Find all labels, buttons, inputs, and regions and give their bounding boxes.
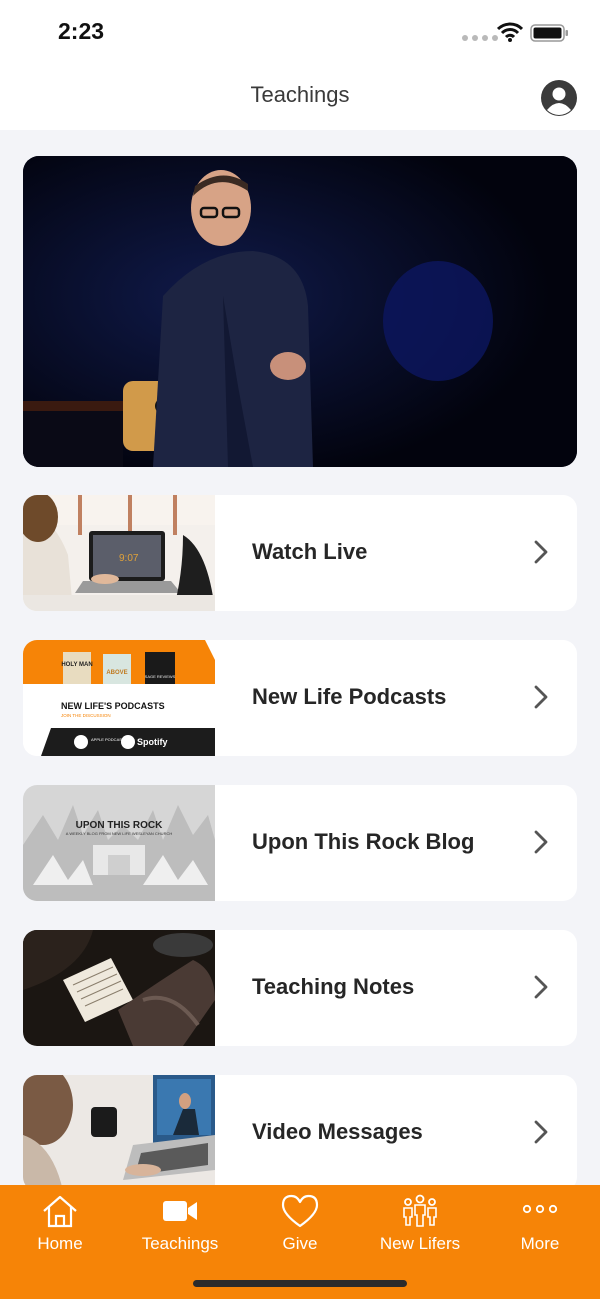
user-avatar-icon — [542, 81, 576, 115]
podcasts-thumbnail: HOLY MAN ABOVE SAGE REVIEWS NEW LIFE'S P… — [23, 640, 215, 756]
tab-new-lifers[interactable]: New Lifers — [360, 1185, 480, 1265]
svg-text:9:07: 9:07 — [119, 553, 139, 564]
tab-home-label: Home — [37, 1234, 83, 1253]
blog-label: Upon This Rock Blog — [252, 829, 475, 854]
tab-bar: Home Teachings Give New Lifers More — [0, 1185, 600, 1299]
tab-teachings[interactable]: Teachings — [120, 1185, 240, 1265]
blog-thumbnail: UPON THIS ROCK A WEEKLY BLOG FROM NEW LI… — [23, 785, 215, 901]
page-title: Teachings — [250, 82, 350, 107]
tab-more[interactable]: More — [480, 1185, 600, 1265]
video-messages-label: Video Messages — [252, 1119, 423, 1144]
video-messages-card[interactable]: Video Messages — [23, 1075, 577, 1191]
svg-text:SAGE REVIEWS: SAGE REVIEWS — [145, 674, 176, 679]
podcasts-card[interactable]: HOLY MAN ABOVE SAGE REVIEWS NEW LIFE'S P… — [23, 640, 577, 756]
podcasts-label: New Life Podcasts — [252, 684, 447, 709]
svg-text:A WEEKLY BLOG FROM NEW LIFE WE: A WEEKLY BLOG FROM NEW LIFE WESLEYAN CHU… — [66, 831, 173, 836]
profile-button[interactable] — [541, 80, 577, 116]
svg-text:JOIN THE DISCUSSION: JOIN THE DISCUSSION — [61, 713, 111, 718]
status-time: 2:23 — [58, 18, 105, 44]
more-dots-icon — [522, 1204, 558, 1214]
battery-icon — [530, 24, 568, 42]
signal-icon — [462, 35, 498, 41]
tab-new-lifers-label: New Lifers — [379, 1234, 461, 1253]
svg-text:NEW LIFE'S PODCASTS: NEW LIFE'S PODCASTS — [61, 701, 165, 711]
tab-home[interactable]: Home — [0, 1185, 120, 1265]
video-messages-thumbnail — [23, 1075, 215, 1191]
video-camera-icon — [163, 1201, 197, 1221]
watch-live-thumbnail: 9:07 — [23, 495, 215, 611]
chevron-right-icon — [534, 830, 548, 854]
home-indicator — [193, 1280, 407, 1287]
tab-give[interactable]: Give — [240, 1185, 360, 1265]
svg-text:HOLY MAN: HOLY MAN — [61, 662, 92, 668]
chevron-right-icon — [534, 975, 548, 999]
watch-live-label: Watch Live — [252, 539, 368, 564]
svg-text:Spotify: Spotify — [137, 737, 168, 747]
teaching-notes-thumbnail — [23, 930, 215, 1046]
teaching-notes-card[interactable]: Teaching Notes — [23, 930, 577, 1046]
people-icon — [403, 1194, 437, 1227]
teaching-notes-label: Teaching Notes — [252, 974, 415, 999]
tab-teachings-label: Teachings — [141, 1234, 219, 1253]
home-icon — [43, 1195, 77, 1228]
tab-more-label: More — [520, 1234, 560, 1253]
hero-image[interactable] — [23, 156, 577, 467]
svg-text:ABOVE: ABOVE — [106, 670, 127, 676]
heart-icon — [281, 1194, 319, 1228]
nav-header: Teachings — [0, 66, 600, 130]
wifi-icon — [497, 22, 523, 42]
svg-text:UPON THIS ROCK: UPON THIS ROCK — [76, 820, 163, 831]
blog-card[interactable]: UPON THIS ROCK A WEEKLY BLOG FROM NEW LI… — [23, 785, 577, 901]
chevron-right-icon — [534, 685, 548, 709]
speaker-photo — [23, 156, 577, 467]
status-bar: 2:23 — [0, 0, 600, 66]
chevron-right-icon — [534, 540, 548, 564]
tab-give-label: Give — [282, 1234, 318, 1253]
watch-live-card[interactable]: 9:07 Watch Live — [23, 495, 577, 611]
chevron-right-icon — [534, 1120, 548, 1144]
